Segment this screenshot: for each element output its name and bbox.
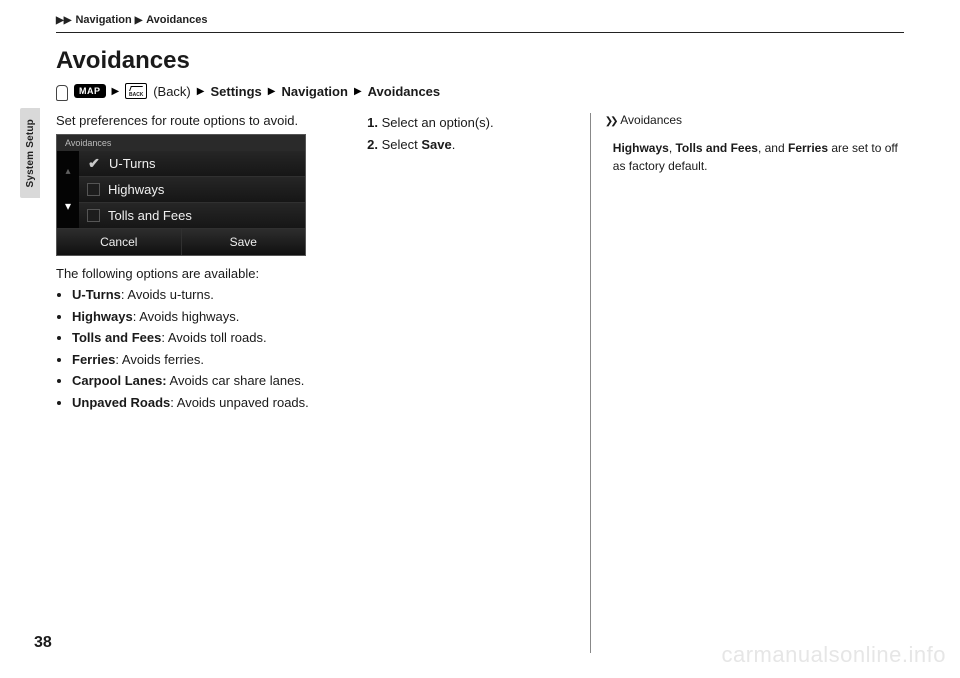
back-label: (Back) [153, 84, 191, 99]
options-intro: The following options are available: [56, 266, 334, 281]
option-label: Tolls and Fees [108, 208, 192, 223]
arrow-icon: ▶ [268, 86, 276, 97]
list-item: Highways: Avoids highways. [72, 307, 334, 327]
arrow-icon: ▶ [197, 86, 205, 97]
path-settings: Settings [210, 84, 261, 99]
list-item: Unpaved Roads: Avoids unpaved roads. [72, 393, 334, 413]
screen-title: Avoidances [57, 135, 305, 151]
page-title: Avoidances [56, 47, 904, 75]
checkbox-icon [87, 209, 100, 222]
breadcrumb-part-2: Avoidances [146, 14, 207, 26]
list-item: Carpool Lanes: Avoids car share lanes. [72, 371, 334, 391]
arrow-icon: ▶ [112, 86, 120, 97]
steps-list: Select an option(s). Select Save. [364, 113, 560, 154]
path-navigation: Navigation [281, 84, 347, 99]
option-highways: Highways [79, 176, 305, 202]
option-label: Highways [108, 182, 164, 197]
options-list: U-Turns: Avoids u-turns. Highways: Avoid… [58, 285, 334, 412]
scroll-down-icon: ▾ [65, 199, 71, 213]
step-1: Select an option(s). [382, 113, 560, 133]
sidebar-note: ❯❯ Avoidances Highways, Tolls and Fees, … [590, 113, 904, 653]
save-button: Save [182, 229, 306, 255]
scroll-up-icon: ▴ [65, 166, 70, 177]
arrow-icon: ▶▶ [56, 15, 71, 26]
breadcrumb: ▶▶ Navigation ▶ Avoidances [56, 14, 904, 26]
back-button-icon [125, 83, 147, 99]
list-item: Tolls and Fees: Avoids toll roads. [72, 328, 334, 348]
arrow-icon: ▶ [354, 86, 362, 97]
side-tab-label: System Setup [25, 119, 36, 188]
checkbox-icon [87, 183, 100, 196]
watermark: carmanualsonline.info [721, 642, 946, 668]
step-2: Select Save. [382, 135, 560, 155]
intro-text: Set preferences for route options to avo… [56, 113, 334, 128]
list-item: U-Turns: Avoids u-turns. [72, 285, 334, 305]
arrow-icon: ▶ [135, 15, 143, 26]
list-item: Ferries: Avoids ferries. [72, 350, 334, 370]
page-number: 38 [34, 634, 52, 652]
divider [56, 32, 904, 33]
path-avoidances: Avoidances [368, 84, 441, 99]
checkmark-icon [87, 157, 101, 171]
nav-path: MAP ▶ (Back) ▶ Settings ▶ Navigation ▶ A… [56, 83, 904, 99]
sidebar-heading: ❯❯ Avoidances [605, 113, 904, 127]
side-tab: System Setup [20, 108, 40, 198]
screenshot-ui: Avoidances ▴ ▾ U-Turns Highways [56, 134, 306, 256]
breadcrumb-part-1: Navigation [75, 14, 131, 26]
option-tolls: Tolls and Fees [79, 202, 305, 228]
sidebar-body: Highways, Tolls and Fees, and Ferries ar… [605, 139, 904, 175]
map-button-icon: MAP [74, 84, 106, 98]
finger-icon [56, 85, 68, 101]
double-arrow-icon: ❯❯ [605, 116, 616, 127]
option-label: U-Turns [109, 156, 155, 171]
scroll-column: ▴ ▾ [57, 151, 79, 228]
cancel-button: Cancel [57, 229, 182, 255]
option-uturns: U-Turns [79, 151, 305, 176]
